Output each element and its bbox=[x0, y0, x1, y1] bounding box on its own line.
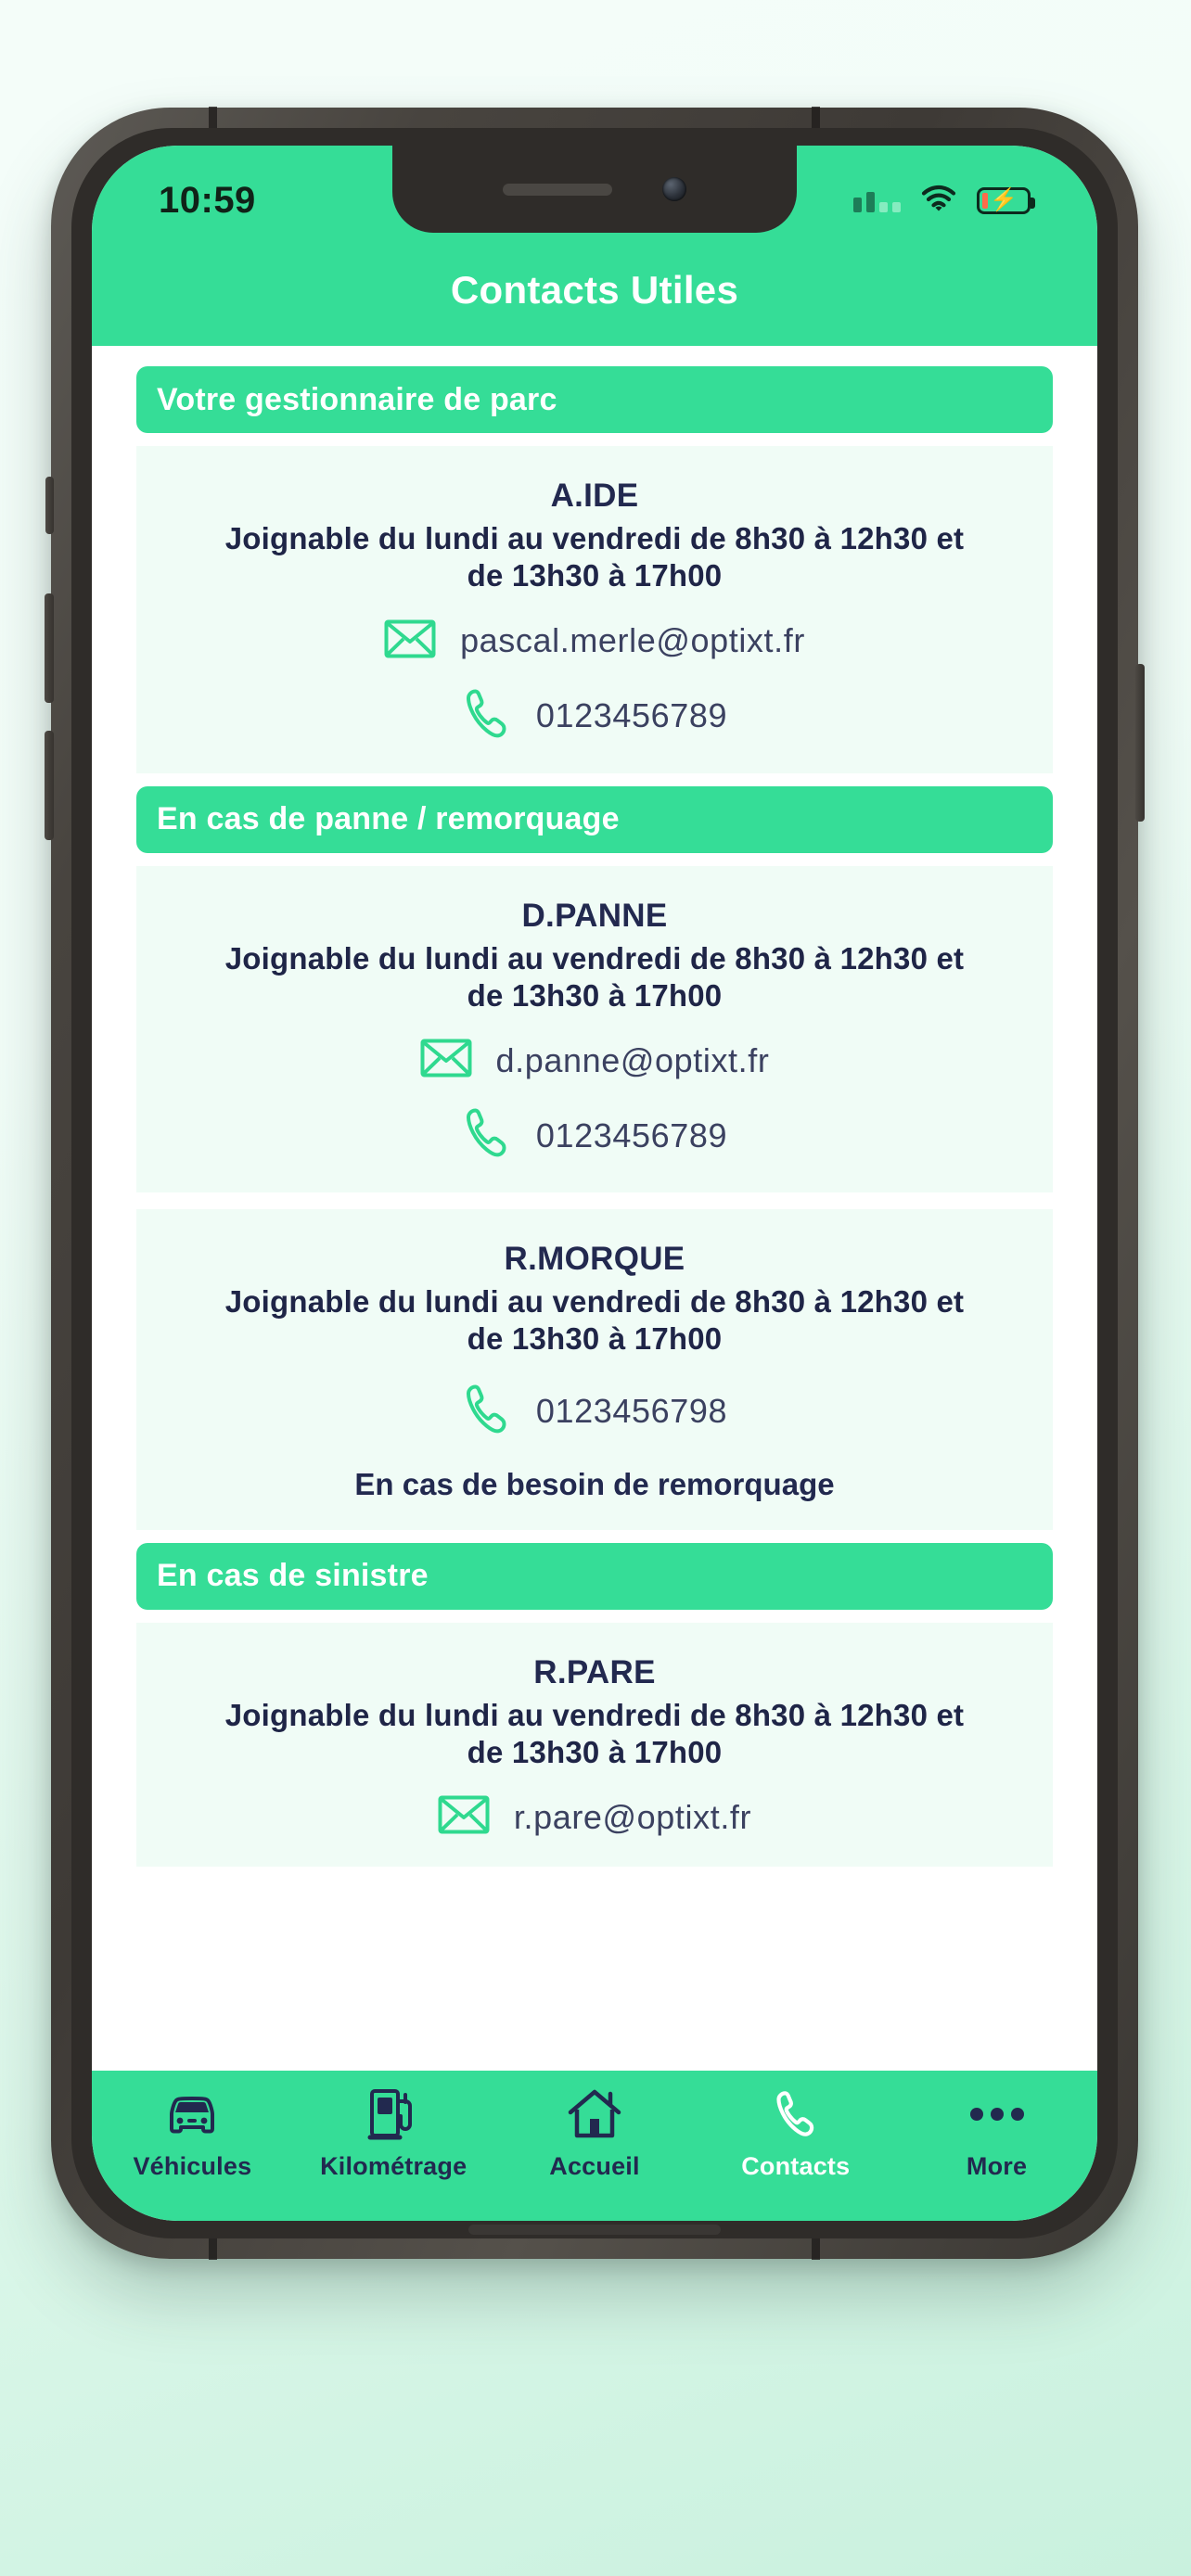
antenna-line bbox=[812, 107, 820, 129]
contact-hours: Joignable du lundi au vendredi de 8h30 à… bbox=[224, 940, 965, 1013]
contact-name: D.PANNE bbox=[521, 897, 668, 934]
fuel-pump-icon bbox=[367, 2085, 419, 2143]
contact-email-value[interactable]: pascal.merle@optixt.fr bbox=[460, 621, 805, 660]
nav-item-more[interactable]: More bbox=[896, 2085, 1097, 2181]
nav-item-contacts[interactable]: Contacts bbox=[695, 2085, 896, 2181]
contacts-scroll-area[interactable]: Votre gestionnaire de parc A.IDE Joignable… bbox=[92, 346, 1097, 2071]
mail-icon bbox=[384, 619, 436, 663]
antenna-line bbox=[812, 2238, 820, 2260]
phone-device-frame: 10:59 ⚡ Contacts Utiles Votre gestionnai… bbox=[45, 107, 1145, 2260]
volume-up-button[interactable] bbox=[45, 593, 54, 703]
phone-bezel: 10:59 ⚡ Contacts Utiles Votre gestionnai… bbox=[71, 128, 1118, 2238]
contact-email-row[interactable]: r.pare@optixt.fr bbox=[438, 1795, 751, 1839]
contact-phone-value[interactable]: 0123456798 bbox=[536, 1392, 727, 1431]
silent-switch[interactable] bbox=[45, 477, 54, 534]
contact-email-row[interactable]: d.panne@optixt.fr bbox=[420, 1039, 770, 1082]
section-header: En cas de panne / remorquage bbox=[136, 785, 1053, 853]
battery-charging-icon: ⚡ bbox=[977, 186, 1035, 214]
front-camera-icon bbox=[662, 177, 686, 201]
car-icon bbox=[162, 2085, 222, 2143]
contact-phone-value[interactable]: 0123456789 bbox=[536, 1116, 727, 1155]
contact-email-value[interactable]: r.pare@optixt.fr bbox=[514, 1798, 751, 1837]
contact-card: R.MORQUE Joignable du lundi au vendredi d… bbox=[136, 1209, 1053, 1530]
contact-card: A.IDE Joignable du lundi au vendredi de 8… bbox=[136, 446, 1053, 773]
home-indicator[interactable] bbox=[468, 2225, 721, 2235]
earpiece-speaker bbox=[503, 183, 612, 196]
contact-phone-value[interactable]: 0123456789 bbox=[536, 696, 727, 735]
contact-card: R.PARE Joignable du lundi au vendredi de … bbox=[136, 1622, 1053, 1867]
phone-icon bbox=[462, 1383, 512, 1441]
section-header-label: Votre gestionnaire de parc bbox=[157, 381, 557, 417]
status-time: 10:59 bbox=[159, 179, 256, 221]
card-divider bbox=[136, 1192, 1053, 1196]
signal-bars-icon bbox=[853, 188, 901, 212]
device-notch bbox=[392, 146, 797, 233]
phone-screen: 10:59 ⚡ Contacts Utiles Votre gestionnai… bbox=[92, 146, 1097, 2221]
contact-email-row[interactable]: pascal.merle@optixt.fr bbox=[384, 619, 805, 663]
app-header: Contacts Utiles bbox=[92, 235, 1097, 346]
contact-card: D.PANNE Joignable du lundi au vendredi de… bbox=[136, 865, 1053, 1192]
mail-icon bbox=[420, 1039, 472, 1082]
page-title: Contacts Utiles bbox=[450, 268, 739, 312]
contact-phone-row[interactable]: 0123456798 bbox=[462, 1383, 727, 1441]
nav-item-accueil[interactable]: Accueil bbox=[494, 2085, 696, 2181]
section-header: En cas de sinistre bbox=[136, 1542, 1053, 1610]
contact-hours: Joignable du lundi au vendredi de 8h30 à… bbox=[224, 1284, 965, 1357]
nav-item-label: Kilométrage bbox=[320, 2152, 467, 2180]
mail-icon bbox=[438, 1795, 490, 1839]
antenna-line bbox=[209, 107, 217, 129]
phone-icon bbox=[773, 2085, 819, 2143]
nav-item-label: More bbox=[966, 2152, 1028, 2180]
contact-name: R.PARE bbox=[533, 1653, 656, 1690]
section-header-label: En cas de sinistre bbox=[157, 1558, 429, 1593]
contact-phone-row[interactable]: 0123456789 bbox=[462, 1106, 727, 1165]
section-header-label: En cas de panne / remorquage bbox=[157, 801, 620, 836]
contact-phone-row[interactable]: 0123456789 bbox=[462, 687, 727, 746]
section-header: Votre gestionnaire de parc bbox=[136, 366, 1053, 433]
contact-name: R.MORQUE bbox=[504, 1241, 685, 1277]
contact-name: A.IDE bbox=[550, 478, 639, 514]
nav-item-label: Accueil bbox=[549, 2152, 640, 2180]
contact-email-value[interactable]: d.panne@optixt.fr bbox=[496, 1041, 770, 1080]
phone-icon bbox=[462, 1106, 512, 1165]
antenna-line bbox=[209, 2238, 217, 2260]
volume-down-button[interactable] bbox=[45, 731, 54, 840]
contact-hours: Joignable du lundi au vendredi de 8h30 à… bbox=[224, 1697, 965, 1769]
contact-note: En cas de besoin de remorquage bbox=[354, 1466, 835, 1501]
nav-item-vhicules[interactable]: Véhicules bbox=[92, 2085, 293, 2181]
bottom-navigation-bar: Véhicules Kilométrage Accueil Contacts More bbox=[92, 2071, 1097, 2221]
nav-item-label: Contacts bbox=[741, 2152, 851, 2180]
nav-item-label: Véhicules bbox=[133, 2152, 252, 2180]
contact-hours: Joignable du lundi au vendredi de 8h30 à… bbox=[224, 521, 965, 593]
status-icons: ⚡ bbox=[853, 185, 1035, 217]
wifi-icon bbox=[921, 185, 956, 217]
ellipsis-icon bbox=[968, 2085, 1026, 2143]
nav-item-kilomtrage[interactable]: Kilométrage bbox=[293, 2085, 494, 2181]
power-button[interactable] bbox=[1135, 664, 1145, 822]
home-icon bbox=[567, 2085, 622, 2143]
phone-icon bbox=[462, 687, 512, 746]
